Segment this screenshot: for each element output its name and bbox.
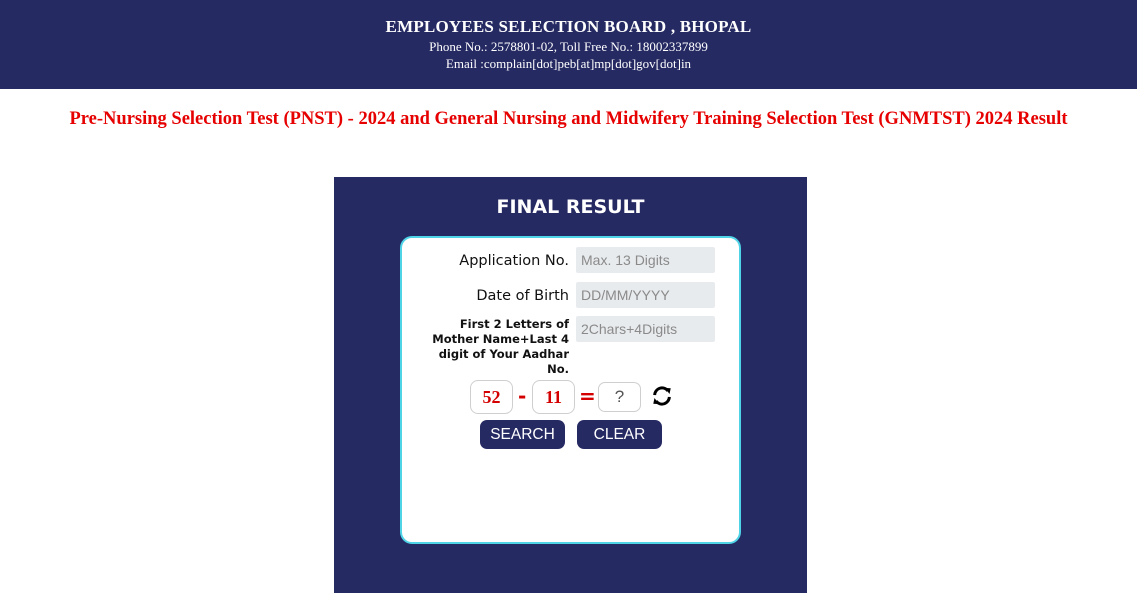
clear-button[interactable]: CLEAR — [577, 420, 662, 449]
dob-label: Date of Birth — [476, 288, 569, 304]
result-panel: FINAL RESULT Application No. Date of Bir… — [334, 177, 807, 593]
page-title: Pre-Nursing Selection Test (PNST) - 2024… — [69, 109, 1068, 129]
search-form: Application No. Date of Birth First 2 Le… — [400, 236, 741, 544]
captcha-operator: - — [518, 384, 527, 408]
application-no-input[interactable] — [576, 247, 715, 273]
dob-input[interactable] — [576, 282, 715, 308]
refresh-icon[interactable] — [651, 385, 673, 407]
application-no-label: Application No. — [459, 253, 569, 269]
captcha-number-2: 11 — [532, 380, 575, 414]
captcha-number-1: 52 — [470, 380, 513, 414]
mother-aadhar-label: First 2 Letters of Mother Name+Last 4 di… — [432, 317, 569, 376]
mother-aadhar-input[interactable] — [576, 316, 715, 342]
contact-email: Email :complain[dot]peb[at]mp[dot]gov[do… — [445, 56, 692, 71]
org-name: EMPLOYEES SELECTION BOARD , BHOPAL — [385, 17, 752, 36]
search-button[interactable]: SEARCH — [480, 420, 565, 449]
captcha-answer-input[interactable] — [598, 382, 641, 412]
contact-phone: Phone No.: 2578801-02, Toll Free No.: 18… — [429, 39, 708, 54]
panel-title: FINAL RESULT — [496, 196, 645, 218]
captcha-equals: = — [579, 384, 596, 408]
site-header: EMPLOYEES SELECTION BOARD , BHOPAL Phone… — [0, 0, 1137, 89]
